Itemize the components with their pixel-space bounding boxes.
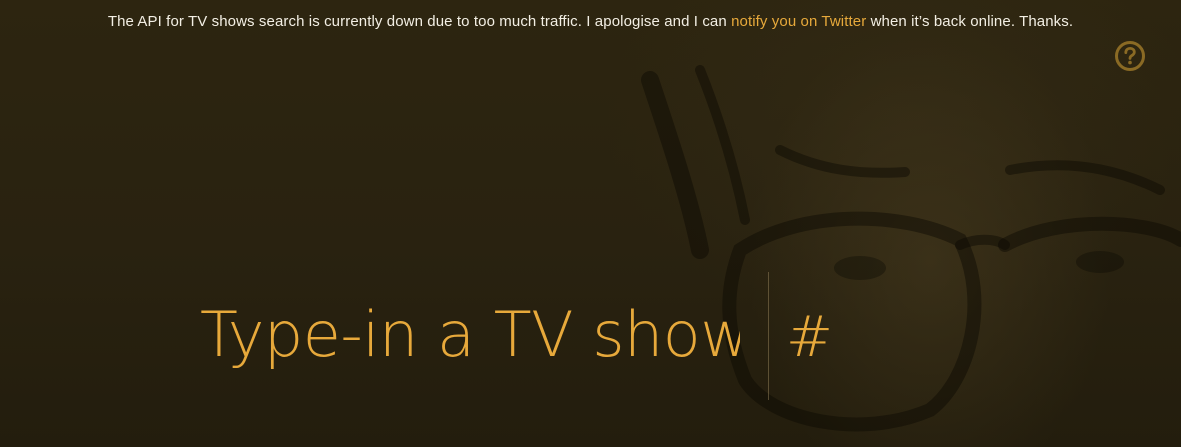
search-area xyxy=(200,290,740,390)
question-circle-icon[interactable] xyxy=(1114,40,1146,72)
hash-button[interactable]: # xyxy=(786,298,833,378)
page: The API for TV shows search is currently… xyxy=(0,0,1181,447)
notify-twitter-link[interactable]: notify you on Twitter xyxy=(731,13,866,30)
search-divider xyxy=(768,272,769,400)
notice-text-before: The API for TV shows search is currently… xyxy=(107,13,732,30)
notice-text-after: when it’s back online. Thanks. xyxy=(866,13,1074,30)
tv-show-search-input[interactable] xyxy=(200,290,740,380)
api-down-notice: The API for TV shows search is currently… xyxy=(0,12,1181,32)
